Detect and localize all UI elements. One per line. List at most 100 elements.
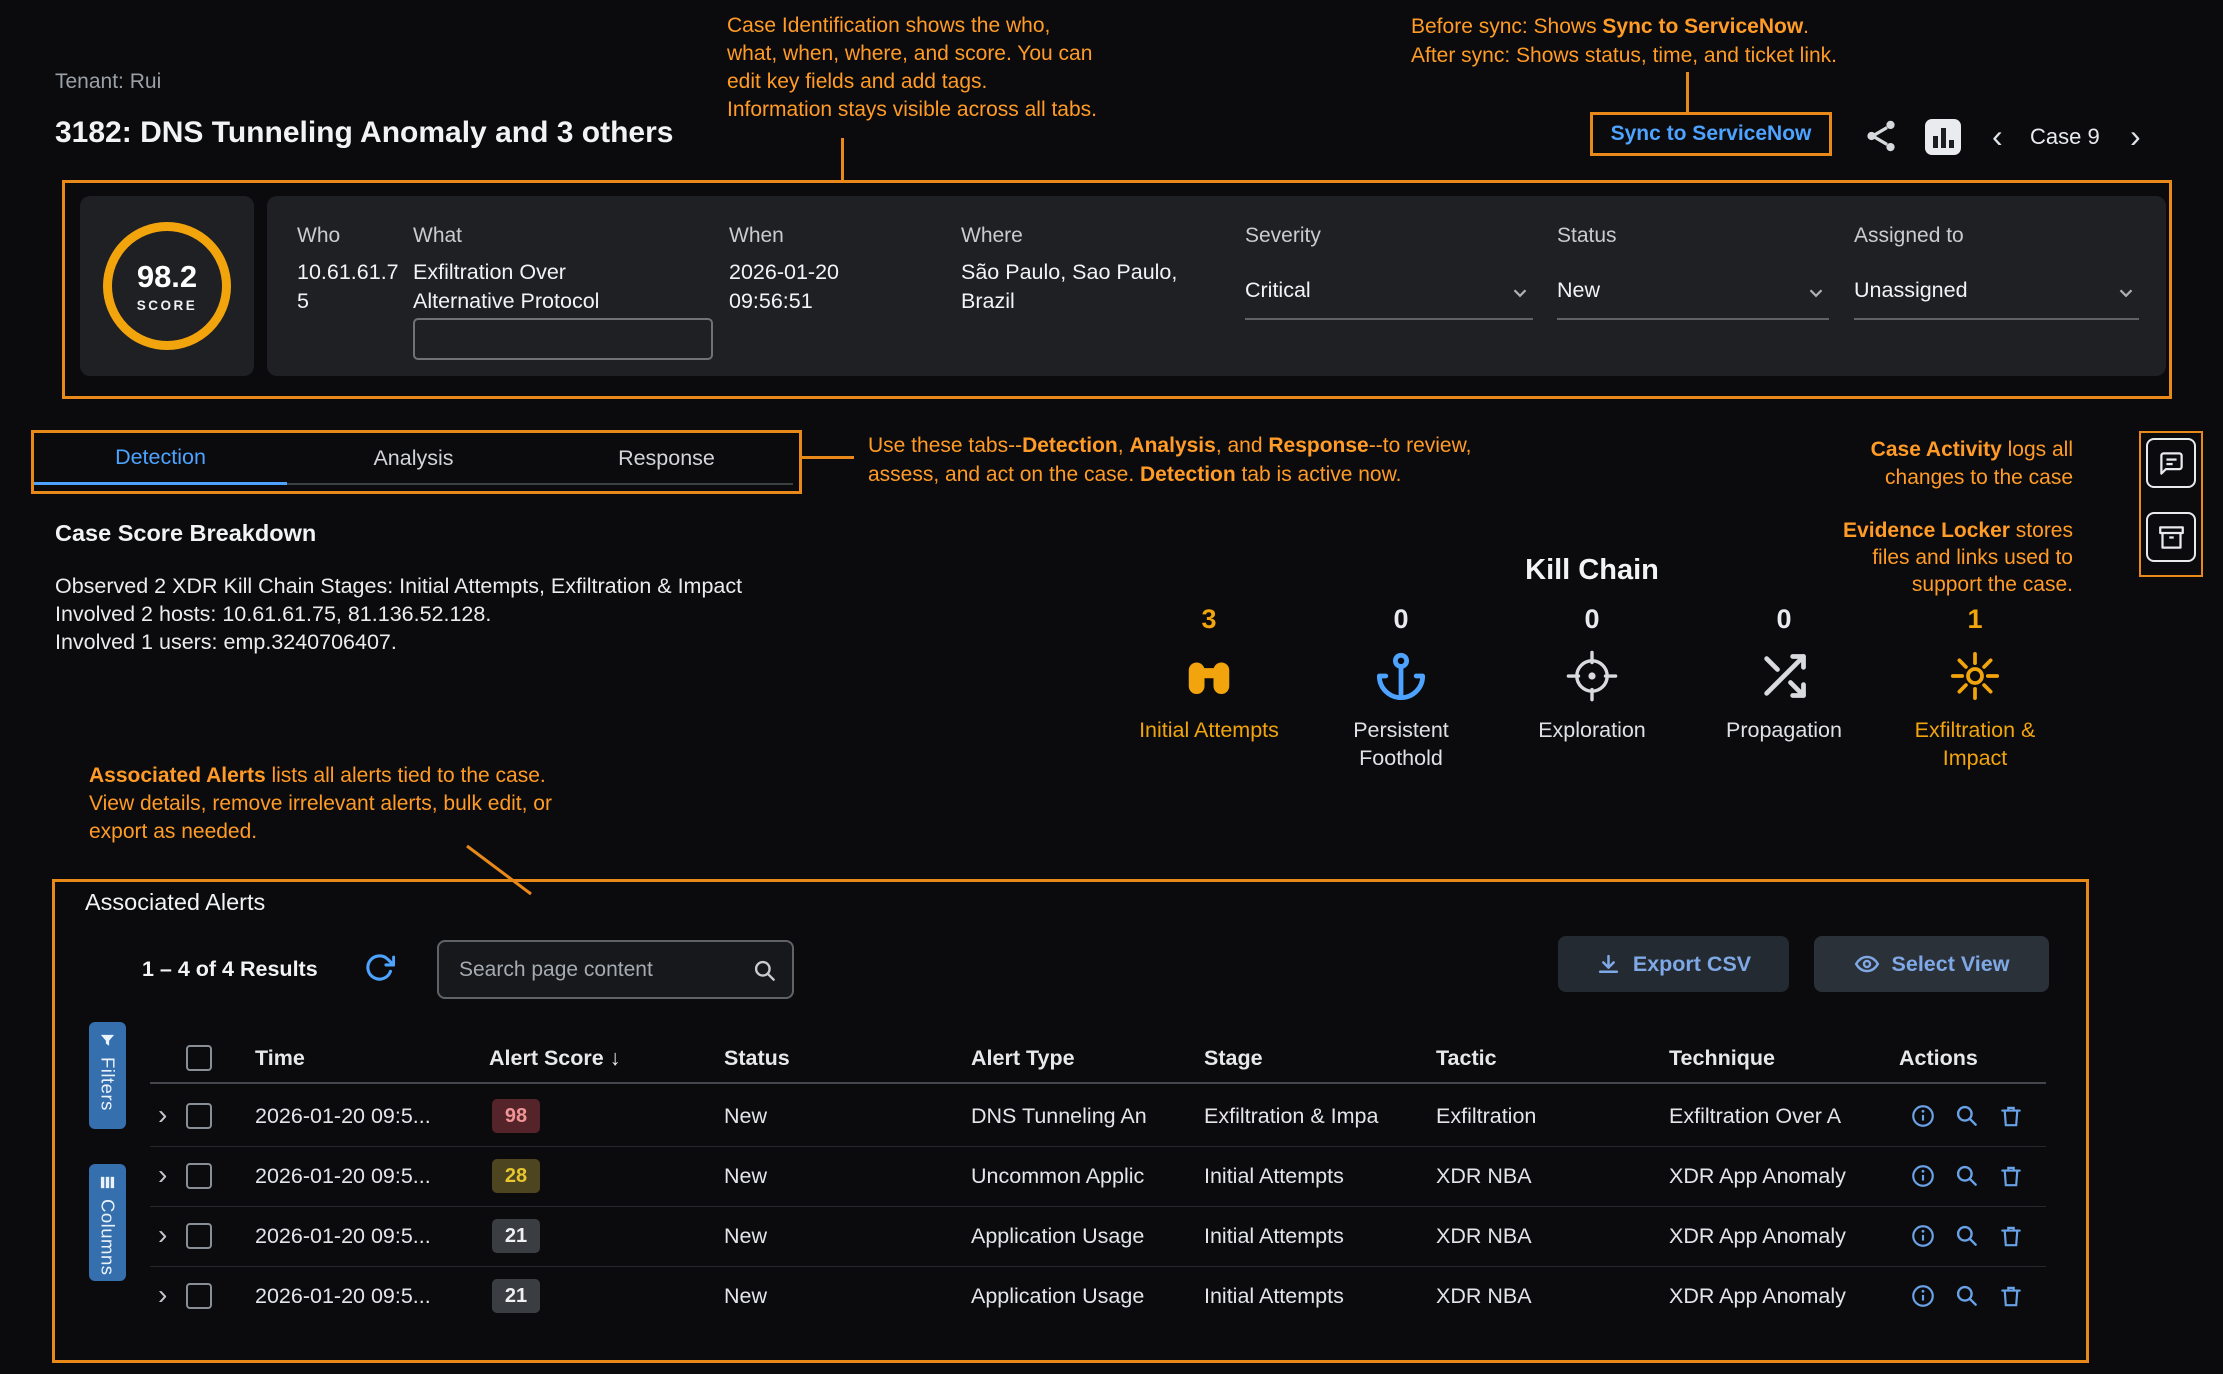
table-row[interactable]: › 2026-01-20 09:5... 21 New Application …: [150, 1266, 2046, 1326]
cell-technique: Exfiltration Over A: [1669, 1086, 1841, 1146]
cell-stage: Initial Attempts: [1204, 1206, 1344, 1266]
cell-stage: Initial Attempts: [1204, 1266, 1344, 1326]
case-score-card: 98.2 SCORE: [80, 196, 254, 376]
trash-icon[interactable]: [1998, 1223, 2024, 1249]
score-breakdown-title: Case Score Breakdown: [55, 520, 316, 547]
expand-row-icon[interactable]: ›: [158, 1086, 167, 1146]
stage-label: Exfiltration & Impact: [1900, 716, 2050, 772]
cell-status: New: [724, 1086, 767, 1146]
kill-chain-stage-exploration: 0 Exploration: [1497, 604, 1687, 744]
score-ring: 98.2 SCORE: [103, 222, 231, 350]
stage-label: Initial Attempts: [1134, 716, 1284, 744]
tab-detection[interactable]: Detection: [34, 433, 287, 485]
table-row[interactable]: › 2026-01-20 09:5... 98 New DNS Tunnelin…: [150, 1086, 2046, 1147]
associated-alerts-title: Associated Alerts: [85, 889, 265, 916]
page-title: 3182: DNS Tunneling Anomaly and 3 others: [55, 116, 673, 150]
stage-count: 3: [1114, 604, 1304, 644]
column-header-alert-score[interactable]: Alert Score↓: [489, 1036, 620, 1080]
row-checkbox[interactable]: [186, 1163, 212, 1189]
row-checkbox[interactable]: [186, 1283, 212, 1309]
cell-technique: XDR App Anomaly: [1669, 1146, 1846, 1206]
tab-response[interactable]: Response: [540, 433, 793, 485]
refresh-icon[interactable]: [364, 952, 395, 983]
case-score-value: 98.2: [137, 259, 197, 295]
trash-icon[interactable]: [1998, 1163, 2024, 1189]
export-csv-button[interactable]: Export CSV: [1558, 936, 1789, 992]
cell-alert-type: Uncommon Applic: [971, 1146, 1144, 1206]
column-header-technique[interactable]: Technique: [1669, 1036, 1775, 1080]
severity-dropdown[interactable]: Critical: [1245, 272, 1533, 320]
chart-icon[interactable]: [1925, 119, 1961, 155]
cell-technique: XDR App Anomaly: [1669, 1206, 1846, 1266]
stage-count: 1: [1880, 604, 2070, 644]
info-icon[interactable]: [1910, 1103, 1936, 1129]
search-row-icon[interactable]: [1954, 1163, 1980, 1189]
cell-time: 2026-01-20 09:5...: [255, 1206, 431, 1266]
search-row-icon[interactable]: [1954, 1223, 1980, 1249]
kill-chain-title: Kill Chain: [1497, 554, 1687, 587]
what-tags-input[interactable]: [413, 318, 713, 360]
results-count: 1 – 4 of 4 Results: [142, 957, 318, 982]
status-dropdown[interactable]: New: [1557, 272, 1829, 320]
select-view-button[interactable]: Select View: [1814, 936, 2049, 992]
stage-label: Exploration: [1517, 716, 1667, 744]
expand-row-icon[interactable]: ›: [158, 1206, 167, 1266]
expand-row-icon[interactable]: ›: [158, 1146, 167, 1206]
trash-icon[interactable]: [1998, 1103, 2024, 1129]
cell-tactic: XDR NBA: [1436, 1206, 1532, 1266]
row-checkbox[interactable]: [186, 1103, 212, 1129]
column-header-tactic[interactable]: Tactic: [1436, 1036, 1497, 1080]
sync-to-servicenow-button[interactable]: Sync to ServiceNow: [1590, 112, 1832, 156]
annotation-servicenow: Before sync: Shows Sync to ServiceNow. A…: [1411, 12, 1837, 70]
search-row-icon[interactable]: [1954, 1283, 1980, 1309]
column-header-alert-type[interactable]: Alert Type: [971, 1036, 1075, 1080]
kill-chain-stage-propagation: 0 Propagation: [1689, 604, 1879, 744]
column-header-time[interactable]: Time: [255, 1036, 305, 1080]
tab-analysis[interactable]: Analysis: [287, 433, 540, 485]
status-value: New: [1557, 278, 1600, 302]
field-label-where: Where: [961, 224, 1023, 248]
field-label-severity: Severity: [1245, 224, 1321, 248]
xdr-case-page: Tenant: Rui 3182: DNS Tunneling Anomaly …: [0, 0, 2223, 1374]
row-checkbox[interactable]: [186, 1223, 212, 1249]
info-icon[interactable]: [1910, 1283, 1936, 1309]
chevron-right-icon[interactable]: ›: [2130, 118, 2141, 154]
cell-technique: XDR App Anomaly: [1669, 1266, 1846, 1326]
alerts-table-header: Time Alert Score↓ Status Alert Type Stag…: [150, 1036, 2046, 1084]
shuffle-icon: [1689, 644, 1879, 708]
target-icon: [1497, 644, 1687, 708]
table-row[interactable]: › 2026-01-20 09:5... 21 New Application …: [150, 1206, 2046, 1267]
evidence-locker-button[interactable]: [2146, 512, 2196, 562]
cell-status: New: [724, 1266, 767, 1326]
search-row-icon[interactable]: [1954, 1103, 1980, 1129]
field-value-who: 10.61.61.75: [297, 258, 409, 316]
case-activity-button[interactable]: [2146, 438, 2196, 488]
search-input[interactable]: [439, 942, 792, 997]
table-row[interactable]: › 2026-01-20 09:5... 28 New Uncommon App…: [150, 1146, 2046, 1207]
share-icon[interactable]: [1862, 117, 1900, 155]
archive-icon: [2158, 524, 2185, 551]
cell-time: 2026-01-20 09:5...: [255, 1086, 431, 1146]
annotation-evidence-locker: Evidence Locker stores files and links u…: [1843, 517, 2073, 598]
expand-row-icon[interactable]: ›: [158, 1266, 167, 1326]
trash-icon[interactable]: [1998, 1283, 2024, 1309]
assigned-to-value: Unassigned: [1854, 278, 1968, 302]
assigned-to-dropdown[interactable]: Unassigned: [1854, 272, 2139, 320]
select-all-checkbox[interactable]: [186, 1045, 212, 1071]
columns-icon: [99, 1174, 116, 1191]
stage-count: 0: [1689, 604, 1879, 644]
column-header-stage[interactable]: Stage: [1204, 1036, 1263, 1080]
stage-count: 0: [1306, 604, 1496, 644]
filters-button[interactable]: Filters: [89, 1022, 126, 1129]
cell-time: 2026-01-20 09:5...: [255, 1266, 431, 1326]
annotation-tabs: Use these tabs--Detection, Analysis, and…: [868, 431, 1471, 489]
cell-alert-type: Application Usage: [971, 1266, 1144, 1326]
chevron-left-icon[interactable]: ‹: [1992, 118, 2003, 154]
info-icon[interactable]: [1910, 1223, 1936, 1249]
columns-button[interactable]: Columns: [89, 1164, 126, 1281]
info-icon[interactable]: [1910, 1163, 1936, 1189]
cell-status: New: [724, 1206, 767, 1266]
alert-score-badge: 28: [492, 1159, 540, 1193]
search-box: [437, 940, 794, 999]
column-header-status[interactable]: Status: [724, 1036, 790, 1080]
